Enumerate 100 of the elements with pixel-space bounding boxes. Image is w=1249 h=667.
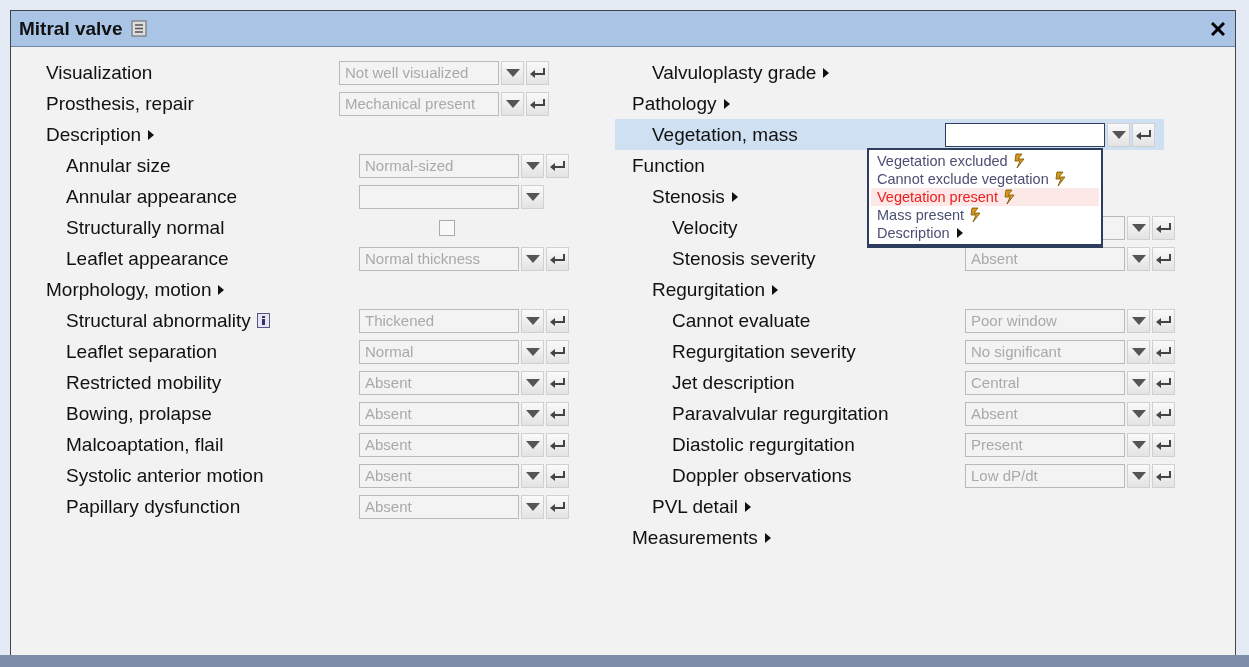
- dropdown-button[interactable]: [1127, 246, 1150, 271]
- dropdown-arrow-icon: [1111, 130, 1126, 139]
- dropdown-field[interactable]: Mechanical present: [339, 91, 499, 116]
- menu-item[interactable]: Description: [871, 224, 1099, 242]
- dropdown-field[interactable]: Thickened: [359, 308, 519, 333]
- enter-icon: [529, 67, 546, 78]
- checkbox[interactable]: [439, 219, 455, 236]
- enter-button[interactable]: [1152, 370, 1175, 395]
- enter-icon: [549, 315, 566, 326]
- enter-icon: [1155, 439, 1172, 450]
- dropdown-arrow-icon: [1131, 254, 1146, 263]
- dropdown-button[interactable]: [521, 184, 544, 209]
- enter-button[interactable]: [1152, 215, 1175, 240]
- expand-arrow-icon[interactable]: [147, 129, 156, 140]
- enter-button[interactable]: [546, 401, 569, 426]
- dropdown-button[interactable]: [1107, 122, 1130, 147]
- section-toggle[interactable]: Valvuloplasty grade: [652, 61, 817, 84]
- enter-button[interactable]: [1152, 463, 1175, 488]
- dropdown-button[interactable]: [521, 153, 544, 178]
- enter-button[interactable]: [526, 91, 549, 116]
- dropdown-button[interactable]: [1127, 308, 1150, 333]
- dropdown-field[interactable]: Absent: [359, 463, 519, 488]
- dropdown-field[interactable]: Absent: [359, 401, 519, 426]
- enter-button[interactable]: [1152, 432, 1175, 457]
- enter-button[interactable]: [1152, 308, 1175, 333]
- dropdown-button[interactable]: [521, 370, 544, 395]
- dropdown-field[interactable]: No significant: [965, 339, 1125, 364]
- enter-button[interactable]: [546, 339, 569, 364]
- section-heading: Function: [632, 154, 705, 177]
- expand-arrow-icon[interactable]: [217, 284, 226, 295]
- dropdown-field[interactable]: Absent: [359, 494, 519, 519]
- expand-arrow-icon[interactable]: [822, 67, 831, 78]
- expand-arrow-icon[interactable]: [763, 532, 772, 543]
- section-toggle[interactable]: Morphology, motion: [46, 278, 212, 301]
- notes-icon[interactable]: [130, 20, 147, 37]
- menu-item[interactable]: Vegetation present: [871, 188, 1099, 206]
- field-label: Vegetation, mass: [652, 123, 798, 146]
- dropdown-field[interactable]: Absent: [965, 246, 1125, 271]
- dropdown-field[interactable]: Normal thickness: [359, 246, 519, 271]
- dropdown-field[interactable]: Absent: [965, 401, 1125, 426]
- section-toggle[interactable]: Measurements: [632, 526, 758, 549]
- dropdown-button[interactable]: [521, 494, 544, 519]
- enter-button[interactable]: [546, 153, 569, 178]
- dropdown-button[interactable]: [521, 308, 544, 333]
- enter-button[interactable]: [1152, 401, 1175, 426]
- menu-item[interactable]: Mass present: [871, 206, 1099, 224]
- info-icon[interactable]: [256, 313, 270, 328]
- dropdown-field[interactable]: Low dP/dt: [965, 463, 1125, 488]
- section-toggle[interactable]: Pathology: [632, 92, 717, 115]
- enter-button[interactable]: [1152, 339, 1175, 364]
- dropdown-button[interactable]: [501, 91, 524, 116]
- dropdown-field[interactable]: Present: [965, 432, 1125, 457]
- expand-arrow-icon[interactable]: [743, 501, 752, 512]
- dropdown-field[interactable]: Normal: [359, 339, 519, 364]
- expand-arrow-icon[interactable]: [730, 191, 739, 202]
- enter-icon: [1155, 470, 1172, 481]
- enter-button[interactable]: [546, 308, 569, 333]
- menu-item[interactable]: Vegetation excluded: [871, 152, 1099, 170]
- dropdown-button[interactable]: [1127, 463, 1150, 488]
- dropdown-button[interactable]: [521, 401, 544, 426]
- dropdown-field[interactable]: Central: [965, 370, 1125, 395]
- close-button[interactable]: [1211, 21, 1225, 36]
- menu-item[interactable]: Cannot exclude vegetation: [871, 170, 1099, 188]
- section-toggle[interactable]: PVL detail: [652, 495, 738, 518]
- dropdown-button[interactable]: [1127, 339, 1150, 364]
- field-label: Leaflet separation: [66, 340, 218, 363]
- dropdown-field[interactable]: Not well visualized: [339, 60, 499, 85]
- enter-button[interactable]: [1132, 122, 1155, 147]
- dropdown-field[interactable]: [945, 122, 1105, 147]
- enter-button[interactable]: [546, 370, 569, 395]
- expand-arrow-icon[interactable]: [722, 98, 731, 109]
- dropdown-button[interactable]: [521, 246, 544, 271]
- enter-icon: [1135, 129, 1152, 140]
- section-toggle[interactable]: Stenosis: [652, 185, 725, 208]
- dropdown-field[interactable]: Normal-sized: [359, 153, 519, 178]
- enter-icon: [549, 377, 566, 388]
- dropdown-button[interactable]: [521, 463, 544, 488]
- dropdown-button[interactable]: [1127, 432, 1150, 457]
- dropdown-field[interactable]: Absent: [359, 370, 519, 395]
- enter-icon: [1155, 253, 1172, 264]
- enter-button[interactable]: [546, 463, 569, 488]
- dropdown-button[interactable]: [1127, 215, 1150, 240]
- enter-button[interactable]: [1152, 246, 1175, 271]
- enter-button[interactable]: [546, 432, 569, 457]
- dropdown-button[interactable]: [521, 339, 544, 364]
- dropdown-button[interactable]: [1127, 401, 1150, 426]
- dropdown-arrow-icon: [505, 99, 520, 108]
- enter-button[interactable]: [546, 494, 569, 519]
- enter-button[interactable]: [546, 246, 569, 271]
- dropdown-field[interactable]: Poor window: [965, 308, 1125, 333]
- expand-arrow-icon[interactable]: [771, 284, 780, 295]
- dropdown-button[interactable]: [521, 432, 544, 457]
- dropdown-field[interactable]: Absent: [359, 432, 519, 457]
- section-toggle[interactable]: Description: [46, 123, 142, 146]
- dropdown-field[interactable]: [359, 184, 519, 209]
- dropdown-button[interactable]: [501, 60, 524, 85]
- section-toggle[interactable]: Regurgitation: [652, 278, 766, 301]
- enter-button[interactable]: [526, 60, 549, 85]
- dropdown-button[interactable]: [1127, 370, 1150, 395]
- enter-icon: [549, 346, 566, 357]
